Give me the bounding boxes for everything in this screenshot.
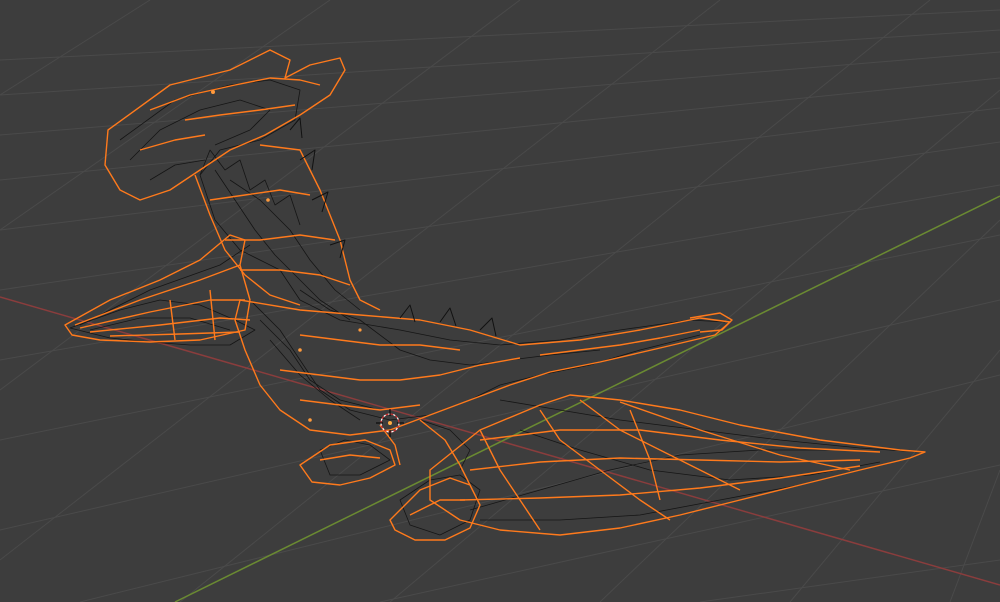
dragon-mesh[interactable] xyxy=(64,49,926,541)
3d-viewport[interactable] xyxy=(0,0,1000,602)
viewport-canvas[interactable] xyxy=(0,0,1000,602)
spine-spikes xyxy=(289,117,497,337)
selection-outline xyxy=(64,49,926,541)
x-axis-line xyxy=(0,296,1000,586)
object-origin-icon xyxy=(388,421,392,425)
floor-grid xyxy=(0,0,1000,602)
